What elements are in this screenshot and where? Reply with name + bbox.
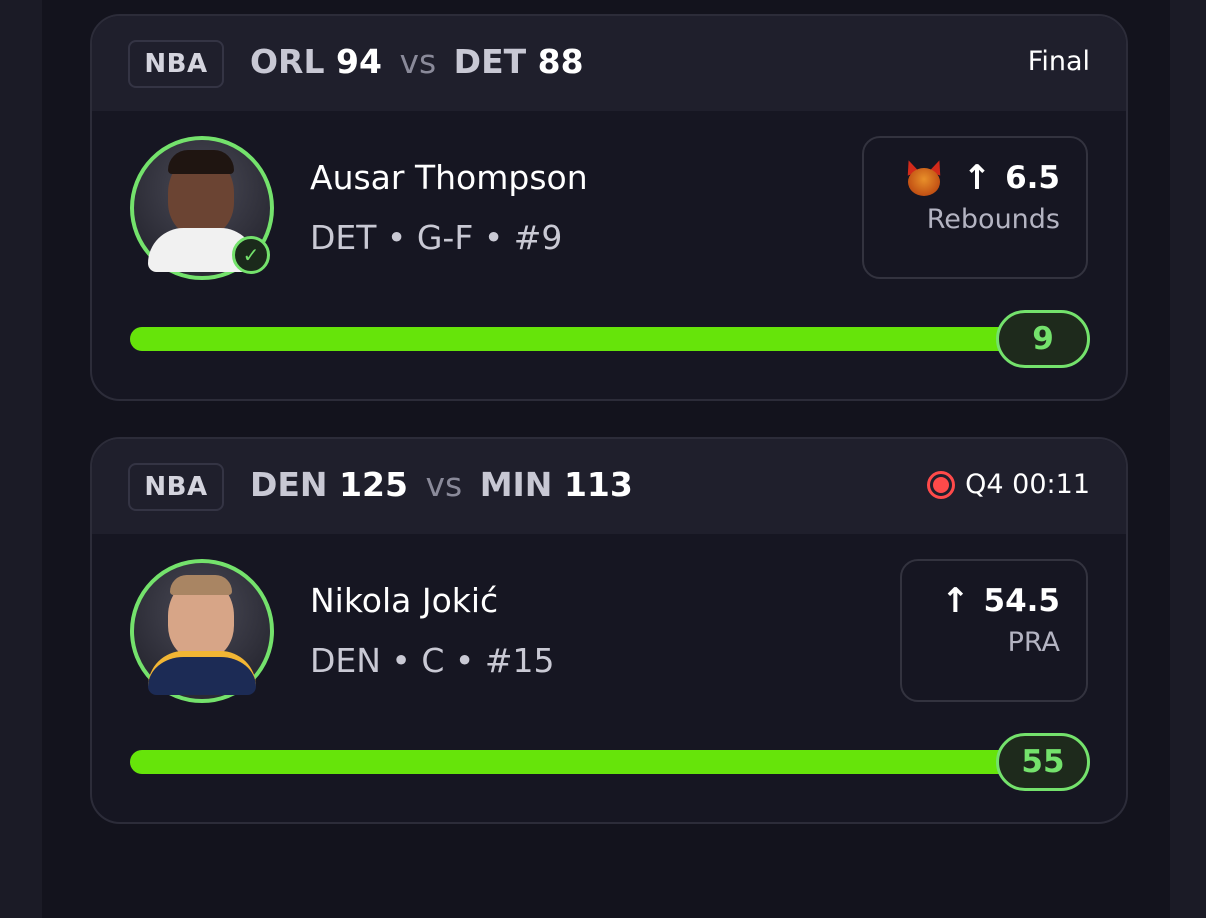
prop-stat: PRA xyxy=(1007,627,1060,658)
prop-box[interactable]: ↑ 6.5 Rebounds xyxy=(862,136,1088,279)
score-line: ORL 94 vs DET 88 xyxy=(250,42,584,81)
vs-label: vs xyxy=(399,42,437,81)
away-team: DEN xyxy=(250,465,328,504)
away-score: 125 xyxy=(339,465,408,504)
live-icon xyxy=(927,470,956,499)
left-rail xyxy=(0,0,42,918)
home-score: 88 xyxy=(537,42,584,81)
prop-line-row: ↑ 54.5 xyxy=(928,583,1060,619)
progress-bar xyxy=(130,327,1060,351)
home-team: DET xyxy=(453,42,527,81)
progress-bar xyxy=(130,750,1060,774)
progress-fill xyxy=(130,750,1060,774)
home-score: 113 xyxy=(563,465,633,504)
prop-box[interactable]: ↑ 54.5 PRA xyxy=(900,559,1088,702)
prop-line: 54.5 xyxy=(983,583,1061,619)
progress-value: 9 xyxy=(996,310,1090,368)
progress-value: 55 xyxy=(996,733,1090,791)
check-icon: ✓ xyxy=(232,236,270,274)
arrow-up-icon: ↑ xyxy=(941,581,970,621)
game-status: Final xyxy=(1028,46,1090,77)
player-meta: DET • G-F • #9 xyxy=(310,218,563,257)
player-meta: DEN • C • #15 xyxy=(310,641,555,680)
league-badge: NBA xyxy=(128,463,224,511)
right-rail xyxy=(1170,0,1206,918)
player-avatar[interactable] xyxy=(130,559,274,703)
arrow-up-icon: ↑ xyxy=(962,158,992,198)
player-name[interactable]: Nikola Jokić xyxy=(310,581,498,620)
away-team: ORL xyxy=(250,42,325,81)
game-status: Q4 00:11 xyxy=(927,469,1090,500)
game-status-text: Q4 00:11 xyxy=(965,469,1090,500)
devil-icon xyxy=(902,158,945,196)
player-name[interactable]: Ausar Thompson xyxy=(310,158,588,197)
prop-line: 6.5 xyxy=(1005,160,1060,196)
home-team: MIN xyxy=(479,465,553,504)
player-avatar[interactable]: ✓ xyxy=(130,136,274,280)
progress-fill xyxy=(130,327,1060,351)
prop-line-row: ↑ 6.5 xyxy=(890,158,1060,198)
game-status-text: Final xyxy=(1027,46,1090,77)
game-header: NBA DEN 125 vs MIN 113 Q4 00:11 xyxy=(92,439,1126,534)
score-line: DEN 125 vs MIN 113 xyxy=(250,465,633,504)
game-header: NBA ORL 94 vs DET 88 Final xyxy=(92,16,1126,111)
vs-label: vs xyxy=(425,465,463,504)
away-score: 94 xyxy=(336,42,382,81)
prop-stat: Rebounds xyxy=(926,204,1060,235)
pick-card[interactable]: NBA DEN 125 vs MIN 113 Q4 00:11 Nikola J… xyxy=(90,437,1128,824)
league-badge: NBA xyxy=(128,40,224,88)
pick-card[interactable]: NBA ORL 94 vs DET 88 Final ✓ Ausar Thomp… xyxy=(90,14,1128,401)
